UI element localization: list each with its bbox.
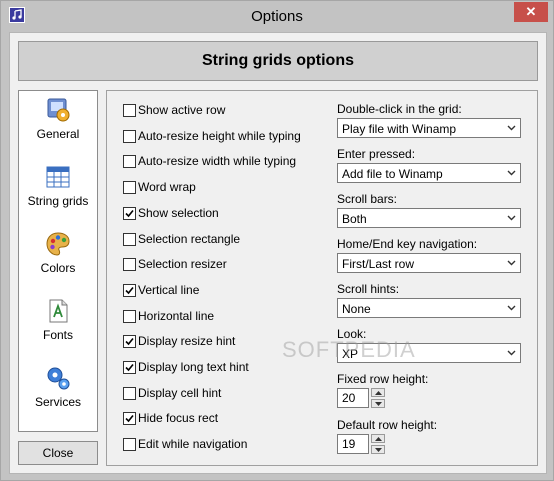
- double-click-select[interactable]: Play file with Winamp: [337, 118, 521, 138]
- default-row-height-input[interactable]: 19: [337, 434, 369, 454]
- scroll-bars-value: Both: [342, 212, 367, 226]
- checkbox-unchecked[interactable]: [123, 129, 136, 143]
- look-select[interactable]: XP: [337, 343, 521, 363]
- option-label: Show active row: [138, 103, 226, 117]
- double-click-label: Double-click in the grid:: [337, 102, 462, 116]
- look-value: XP: [342, 347, 359, 361]
- chevron-down-icon: [375, 448, 382, 452]
- checkbox-unchecked[interactable]: [123, 104, 136, 117]
- close-button[interactable]: Close: [18, 441, 98, 465]
- sidebar-item-services[interactable]: Services: [19, 365, 97, 427]
- sidebar-item-label: Services: [34, 395, 81, 409]
- chevron-up-icon: [375, 391, 382, 395]
- window-close-button[interactable]: ✕: [514, 2, 548, 22]
- chevron-down-icon: [375, 402, 382, 406]
- chevron-down-icon: [507, 170, 516, 176]
- checkbox-unchecked[interactable]: [123, 232, 136, 246]
- chevron-down-icon: [507, 260, 516, 266]
- general-icon: [47, 98, 70, 122]
- chevron-down-icon: [507, 215, 516, 221]
- scroll-bars-select[interactable]: Both: [337, 208, 521, 228]
- sidebar-item-label: Fonts: [42, 328, 73, 342]
- option-label: Display long text hint: [138, 360, 249, 374]
- dialog-body: String grids options General String grid…: [9, 32, 547, 474]
- option-label: Auto-resize height while typing: [138, 128, 301, 143]
- checkbox-checked[interactable]: [123, 361, 136, 374]
- option-label: Vertical line: [138, 282, 200, 297]
- grid-icon: [46, 166, 70, 188]
- scroll-hints-value: None: [342, 302, 371, 316]
- option-label: Display resize hint: [138, 334, 236, 349]
- default-row-height-spinner: 19: [337, 434, 387, 454]
- look-label: Look:: [337, 327, 367, 341]
- default-row-height-label: Default row height:: [337, 418, 438, 432]
- spin-down-button[interactable]: [371, 445, 385, 454]
- checkbox-unchecked[interactable]: [123, 386, 136, 400]
- checkbox-checked[interactable]: [123, 412, 136, 426]
- home-end-label: Home/End key navigation:: [337, 237, 478, 251]
- scroll-hints-label: Scroll hints:: [337, 282, 400, 296]
- enter-pressed-label: Enter pressed:: [337, 147, 416, 161]
- category-sidebar: General String grids Colors Fonts Servic…: [18, 90, 98, 432]
- sidebar-item-string-grids[interactable]: String grids: [19, 164, 97, 226]
- checkbox-checked[interactable]: [123, 206, 136, 220]
- option-label: Auto-resize width while typing: [138, 154, 297, 169]
- double-click-value: Play file with Winamp: [342, 122, 457, 136]
- option-label: Selection rectangle: [138, 231, 241, 246]
- enter-pressed-select[interactable]: Add file to Winamp: [337, 163, 521, 183]
- home-end-value: First/Last row: [342, 257, 415, 271]
- fixed-row-height-label: Fixed row height:: [337, 372, 429, 386]
- enter-pressed-value: Add file to Winamp: [342, 167, 443, 181]
- option-label: Display cell hint: [138, 385, 222, 400]
- gears-icon: [47, 367, 70, 390]
- option-label: Show selection: [138, 205, 219, 220]
- sidebar-item-fonts[interactable]: Fonts: [19, 298, 97, 360]
- sidebar-item-colors[interactable]: Colors: [19, 231, 97, 293]
- sidebar-item-label: General: [36, 127, 80, 141]
- palette-icon: [46, 232, 70, 256]
- sidebar-item-label: Colors: [40, 261, 76, 275]
- scroll-bars-label: Scroll bars:: [337, 192, 398, 206]
- chevron-down-icon: [507, 305, 516, 311]
- section-header: String grids options: [18, 41, 538, 81]
- options-window: Options ✕ String grids options General S…: [0, 0, 554, 481]
- checkbox-unchecked[interactable]: [123, 155, 136, 169]
- fonts-icon: [49, 299, 68, 323]
- chevron-up-icon: [375, 437, 382, 441]
- spin-up-button[interactable]: [371, 434, 385, 443]
- sidebar-item-general[interactable]: General: [19, 97, 97, 159]
- chevron-down-icon: [507, 125, 516, 131]
- home-end-select[interactable]: First/Last row: [337, 253, 521, 273]
- sidebar-item-label: String grids: [27, 194, 89, 208]
- title-bar[interactable]: Options ✕: [1, 1, 553, 31]
- option-label: Horizontal line: [138, 308, 215, 323]
- window-title: Options: [251, 8, 303, 25]
- option-label: Selection resizer: [138, 257, 227, 272]
- checkbox-checked[interactable]: [123, 283, 136, 297]
- fixed-row-height-input[interactable]: 20: [337, 388, 369, 408]
- checkbox-unchecked[interactable]: [123, 309, 136, 323]
- options-panel: Show active row Auto-resize height while …: [106, 90, 538, 466]
- option-label: Word wrap: [138, 180, 196, 195]
- checkbox-unchecked[interactable]: [123, 438, 136, 452]
- chevron-down-icon: [507, 350, 516, 356]
- fixed-row-height-spinner: 20: [337, 388, 387, 408]
- scroll-hints-select[interactable]: None: [337, 298, 521, 318]
- option-label: Edit while navigation: [138, 437, 248, 452]
- option-label: Hide focus rect: [138, 411, 219, 426]
- spin-down-button[interactable]: [371, 399, 385, 408]
- spin-up-button[interactable]: [371, 388, 385, 397]
- checkbox-checked[interactable]: [123, 335, 136, 349]
- checkbox-unchecked[interactable]: [123, 258, 136, 272]
- checkbox-unchecked[interactable]: [123, 181, 136, 195]
